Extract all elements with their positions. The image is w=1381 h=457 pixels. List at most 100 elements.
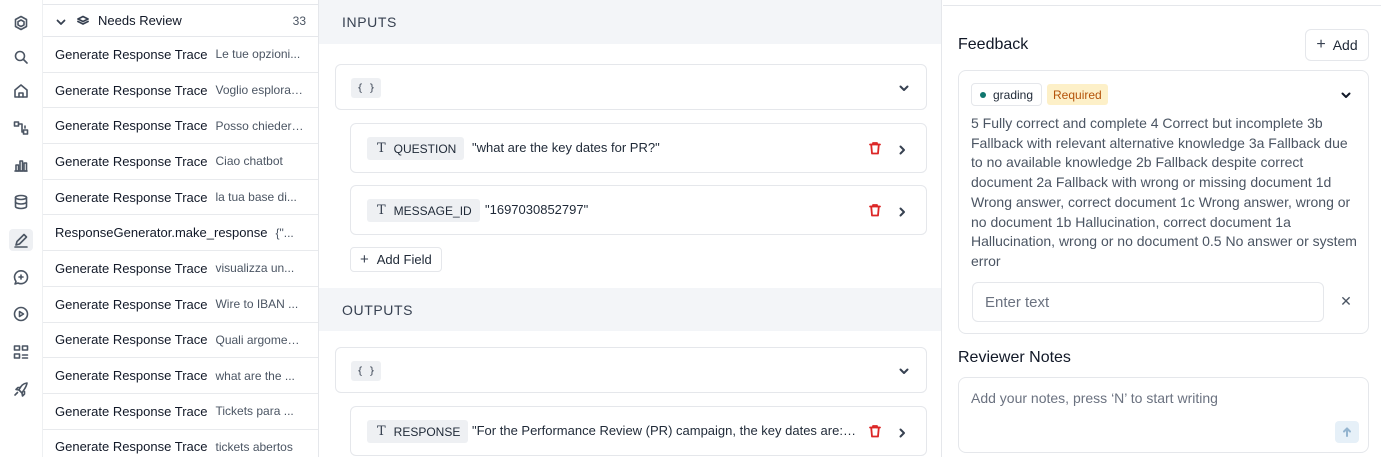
trace-preview: Quali argomenti...: [215, 332, 306, 347]
trace-list: Generate Response Trace Le tue opzioni...…: [43, 37, 318, 457]
dashboard-icon[interactable]: [11, 342, 31, 362]
rocket-icon[interactable]: [11, 379, 31, 399]
field-key-label: QUESTION: [393, 141, 457, 156]
field-value: "what are the key dates for PR?": [472, 140, 660, 155]
trace-name: Generate Response Trace: [55, 260, 208, 276]
chevron-down-icon[interactable]: [898, 364, 910, 376]
send-button[interactable]: [1335, 421, 1359, 443]
trace-name: Generate Response Trace: [55, 439, 208, 455]
reviewer-notes-box: [958, 377, 1369, 453]
trace-name: Generate Response Trace: [55, 46, 208, 62]
plus-icon: +: [360, 251, 369, 268]
home-icon[interactable]: [11, 81, 31, 101]
chevron-right-icon[interactable]: [896, 205, 908, 217]
list-item[interactable]: Generate Response Trace Posso chiedere...: [43, 108, 318, 145]
chevron-down-icon[interactable]: [898, 81, 910, 93]
list-item[interactable]: Generate Response Trace la tua base di...: [43, 180, 318, 216]
output-field-response[interactable]: T RESPONSE "For the Performance Review (…: [350, 406, 927, 456]
list-item[interactable]: Generate Response Trace visualizza un...: [43, 251, 318, 287]
grading-description: 5 Fully correct and complete 4 Correct b…: [971, 115, 1357, 269]
database-icon[interactable]: [11, 192, 31, 212]
feedback-panel: Feedback + Add grading Required 5 Fully …: [943, 0, 1381, 457]
list-item[interactable]: Generate Response Trace Quali argomenti..…: [43, 323, 318, 359]
list-item[interactable]: Generate Response Trace Voglio esplorare.…: [43, 73, 318, 109]
chat-icon[interactable]: [11, 267, 31, 287]
field-value: "For the Performance Review (PR) campaig…: [472, 423, 857, 438]
add-feedback-button[interactable]: + Add: [1305, 29, 1369, 61]
play-icon[interactable]: [11, 304, 31, 324]
trace-preview: {"...: [275, 225, 294, 240]
status-dot: [980, 91, 986, 98]
list-item[interactable]: Generate Response Trace Wire to IBAN ...: [43, 287, 318, 323]
list-item[interactable]: ResponseGenerator.make_response {"...: [43, 215, 318, 252]
list-item[interactable]: Generate Response Trace Ciao chatbot: [43, 144, 318, 180]
chevron-down-icon[interactable]: [1340, 88, 1352, 100]
trace-name: Generate Response Trace: [55, 368, 208, 384]
input-field-question[interactable]: T QUESTION "what are the key dates for P…: [350, 123, 927, 173]
trace-preview: Le tue opzioni...: [215, 47, 301, 62]
feedback-card: grading Required 5 Fully correct and com…: [958, 70, 1369, 334]
add-field-label: Add Field: [376, 252, 432, 267]
chevron-right-icon[interactable]: [896, 426, 908, 438]
inputs-json-card[interactable]: { }: [335, 64, 927, 110]
list-item[interactable]: Generate Response Trace Le tue opzioni...: [43, 37, 318, 73]
text-type-icon: T: [377, 203, 386, 218]
plus-icon: +: [1316, 36, 1326, 53]
workflow-icon[interactable]: [11, 118, 31, 138]
annotate-icon[interactable]: [9, 229, 33, 251]
outputs-json-card[interactable]: { }: [335, 347, 927, 393]
review-queue: Needs Review 33 Generate Response Trace L…: [43, 0, 319, 457]
required-badge: Required: [1047, 84, 1108, 105]
close-icon[interactable]: ✕: [1338, 293, 1354, 309]
add-field-button[interactable]: + Add Field: [350, 247, 442, 272]
list-item[interactable]: Generate Response Trace tickets abertos: [43, 430, 318, 457]
trace-preview: what are the ...: [215, 368, 295, 383]
trace-name: ResponseGenerator.make_response: [55, 225, 268, 241]
trace-preview: Ciao chatbot: [215, 154, 283, 169]
chart-icon[interactable]: [11, 155, 31, 175]
trace-preview: la tua base di...: [215, 190, 297, 205]
outputs-header: OUTPUTS: [319, 288, 941, 331]
list-item[interactable]: Generate Response Trace what are the ...: [43, 358, 318, 394]
layers-icon: [77, 14, 90, 27]
trace-name: Generate Response Trace: [55, 296, 208, 312]
trace-preview: visualizza un...: [215, 261, 295, 276]
text-type-icon: T: [377, 424, 386, 439]
trace-preview: tickets abertos: [215, 439, 293, 454]
trace-name: Generate Response Trace: [55, 332, 208, 348]
trash-icon[interactable]: [868, 141, 882, 155]
json-tag: { }: [351, 361, 381, 381]
icon-rail: [0, 0, 43, 457]
chevron-down-icon[interactable]: [55, 15, 67, 27]
list-item[interactable]: Generate Response Trace Tickets para ...: [43, 394, 318, 430]
trace-preview: Voglio esplorare...: [215, 83, 306, 98]
text-type-icon: T: [377, 141, 386, 156]
field-value: "1697030852797": [485, 202, 589, 217]
reviewer-notes-title: Reviewer Notes: [958, 349, 1071, 366]
input-field-message-id[interactable]: T MESSAGE_ID "1697030852797": [350, 185, 927, 235]
trace-preview: Posso chiedere...: [215, 118, 306, 133]
reviewer-notes-input[interactable]: [959, 378, 1368, 452]
trash-icon[interactable]: [868, 424, 882, 438]
queue-header[interactable]: Needs Review 33: [43, 4, 318, 37]
trace-preview: Wire to IBAN ...: [215, 297, 299, 312]
queue-count: 33: [292, 13, 306, 28]
logo-icon[interactable]: [11, 13, 31, 33]
field-key-badge: T RESPONSE: [367, 420, 469, 443]
queue-title: Needs Review: [98, 13, 182, 28]
chevron-right-icon[interactable]: [896, 143, 908, 155]
trace-name: Generate Response Trace: [55, 403, 208, 419]
inputs-header: INPUTS: [319, 0, 941, 44]
trace-detail: INPUTS { } T QUESTION "what are the key …: [319, 0, 942, 457]
field-key-badge: T MESSAGE_ID: [367, 199, 480, 222]
feedback-text-input[interactable]: [972, 282, 1324, 322]
field-key-label: RESPONSE: [393, 424, 461, 439]
field-key-label: MESSAGE_ID: [393, 203, 472, 218]
add-label: Add: [1332, 37, 1358, 53]
grading-label: grading: [993, 87, 1034, 102]
search-icon[interactable]: [11, 47, 31, 67]
feedback-title: Feedback: [958, 36, 1029, 53]
trace-name: Generate Response Trace: [55, 153, 208, 169]
trash-icon[interactable]: [868, 203, 882, 217]
field-key-badge: T QUESTION: [367, 137, 465, 160]
